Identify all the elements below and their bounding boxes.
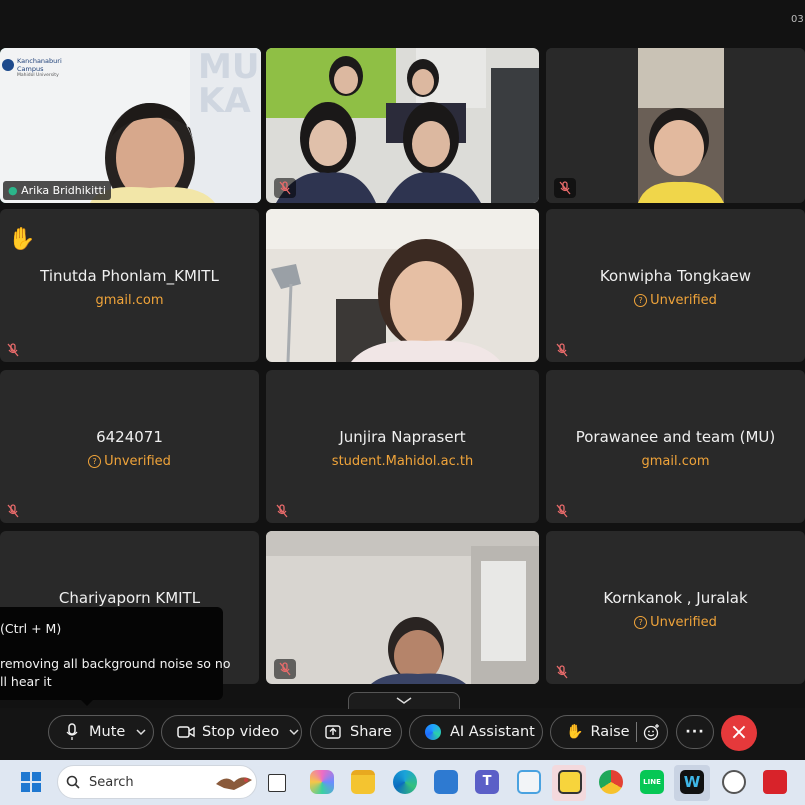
man-video xyxy=(546,48,805,203)
more-icon: ··· xyxy=(685,724,705,740)
microphone-icon xyxy=(66,723,78,740)
copilot-icon[interactable] xyxy=(310,770,334,794)
participant-name-badge: ● Arika Bridhikitti xyxy=(3,181,111,200)
mic-muted-icon xyxy=(556,665,568,679)
teams-icon[interactable]: T xyxy=(475,770,499,794)
mic-muted-icon xyxy=(556,504,568,518)
unverified-icon: ? xyxy=(88,455,102,468)
raise-label: Raise xyxy=(590,724,630,740)
unverified-icon: ? xyxy=(634,616,648,629)
reactions-icon[interactable] xyxy=(643,723,661,741)
more-options-button[interactable]: ··· xyxy=(676,715,714,749)
tooltip-text-2: ll hear it xyxy=(0,674,52,689)
ai-assistant-button[interactable]: AI Assistant xyxy=(409,715,543,749)
participant-tile-kornkanok[interactable]: Kornkanok , Juralak ? Unverified xyxy=(546,531,805,684)
chevron-down-icon xyxy=(396,697,412,704)
video-tile-group[interactable] xyxy=(266,48,539,203)
clock-app-icon[interactable] xyxy=(722,770,746,794)
participant-name: Chariyaporn KMITL xyxy=(58,589,201,607)
store-icon[interactable] xyxy=(434,770,458,794)
sticky-notes-icon[interactable] xyxy=(558,770,582,794)
participant-email: gmail.com xyxy=(95,293,164,308)
raise-hand-button[interactable]: ✋ Raise xyxy=(550,715,668,749)
mic-muted-icon xyxy=(7,343,19,357)
speaking-icon: ● xyxy=(8,184,18,197)
ai-assistant-label: AI Assistant xyxy=(450,724,535,740)
tooltip-text-1: removing all background noise so no xyxy=(0,656,231,671)
participant-name: Kornkanok , Juralak xyxy=(603,589,748,607)
app-icon-cloud[interactable] xyxy=(517,770,541,794)
participant-name: Konwipha Tongkaew xyxy=(599,267,752,285)
participant-name: Porawanee and team (MU) xyxy=(575,428,776,446)
mic-muted-icon xyxy=(279,181,291,195)
tooltip-shortcut: (Ctrl + M) xyxy=(0,621,62,636)
campus-logo: Kanchanaburi Campus Mahidol University xyxy=(2,53,62,81)
unverified-status: ? Unverified xyxy=(0,454,259,469)
participant-tile-konwipha[interactable]: Konwipha Tongkaew ? Unverified xyxy=(546,209,805,362)
logo-line-2: Campus xyxy=(17,65,44,73)
search-highlight-birds-icon xyxy=(216,777,252,790)
acrobat-pdf-icon[interactable] xyxy=(763,770,787,794)
chevron-down-icon[interactable] xyxy=(288,726,300,738)
participant-email: gmail.com xyxy=(641,454,710,469)
participant-tile-6424071[interactable]: 6424071 ? Unverified xyxy=(0,370,259,523)
participant-name: 6424071 xyxy=(96,428,163,446)
man-office-video xyxy=(266,531,539,684)
unverified-status: ? Unverified xyxy=(546,615,805,630)
participant-name: Junjira Naprasert xyxy=(339,428,466,446)
video-tile-man-center[interactable] xyxy=(266,531,539,684)
video-camera-icon xyxy=(177,726,195,738)
ai-assistant-icon xyxy=(425,724,441,740)
close-icon: × xyxy=(729,720,749,745)
raise-hand-icon: ✋ xyxy=(566,724,584,740)
video-tile-junjira-smiling[interactable] xyxy=(266,209,539,362)
video-tile-arika[interactable]: Kanchanaburi Campus Mahidol University M… xyxy=(0,48,261,203)
collapse-toolbar-toggle[interactable] xyxy=(348,692,460,709)
chevron-down-icon[interactable] xyxy=(135,726,147,738)
clock-fragment: 03 xyxy=(791,14,804,25)
share-button[interactable]: Share xyxy=(310,715,402,749)
mic-muted-icon xyxy=(7,504,19,518)
mic-muted-icon xyxy=(559,181,571,195)
banner-text: MU KA xyxy=(198,48,260,121)
windows-start-icon[interactable] xyxy=(20,771,42,793)
participant-tile-porawanee[interactable]: Porawanee and team (MU) gmail.com xyxy=(546,370,805,523)
edge-browser-icon[interactable] xyxy=(393,770,417,794)
participant-name: Tinutda Phonlam_KMITL xyxy=(40,267,219,285)
stop-video-button[interactable]: Stop video xyxy=(161,715,302,749)
task-view-icon[interactable] xyxy=(268,774,286,792)
leave-meeting-button[interactable]: × xyxy=(721,715,757,751)
mic-muted-icon xyxy=(279,662,291,676)
smiling-woman-video xyxy=(266,209,539,362)
file-explorer-icon[interactable] xyxy=(351,770,375,794)
search-icon xyxy=(66,775,80,789)
mute-button[interactable]: Mute xyxy=(48,715,154,749)
unverified-icon: ? xyxy=(634,294,648,307)
unverified-status: ? Unverified xyxy=(546,293,805,308)
participant-name: Arika Bridhikitti xyxy=(21,184,106,197)
tooltip-pointer xyxy=(80,699,94,706)
stop-video-label: Stop video xyxy=(202,724,280,740)
logo-line-3: Mahidol University xyxy=(17,73,59,78)
mic-muted-icon xyxy=(556,343,568,357)
search-label: Search xyxy=(89,775,134,790)
share-label: Share xyxy=(350,724,392,740)
participant-tile-tinutda[interactable]: ✋ Tinutda Phonlam_KMITL gmail.com xyxy=(0,209,259,362)
webex-icon[interactable]: W xyxy=(680,770,704,794)
group-video xyxy=(266,48,539,203)
mute-tooltip: (Ctrl + M) removing all background noise… xyxy=(0,607,231,700)
video-tile-man-right[interactable] xyxy=(546,48,805,203)
logo-line-1: Kanchanaburi xyxy=(17,57,62,65)
raised-hand-icon: ✋ xyxy=(8,227,36,252)
participant-tile-junjira[interactable]: Junjira Naprasert student.Mahidol.ac.th xyxy=(266,370,539,523)
share-icon xyxy=(325,725,341,739)
mic-muted-icon xyxy=(276,504,288,518)
line-app-icon[interactable]: LINE xyxy=(640,770,664,794)
participant-email: student.Mahidol.ac.th xyxy=(331,454,474,469)
chrome-icon[interactable] xyxy=(599,770,623,794)
mute-label: Mute xyxy=(89,724,126,740)
